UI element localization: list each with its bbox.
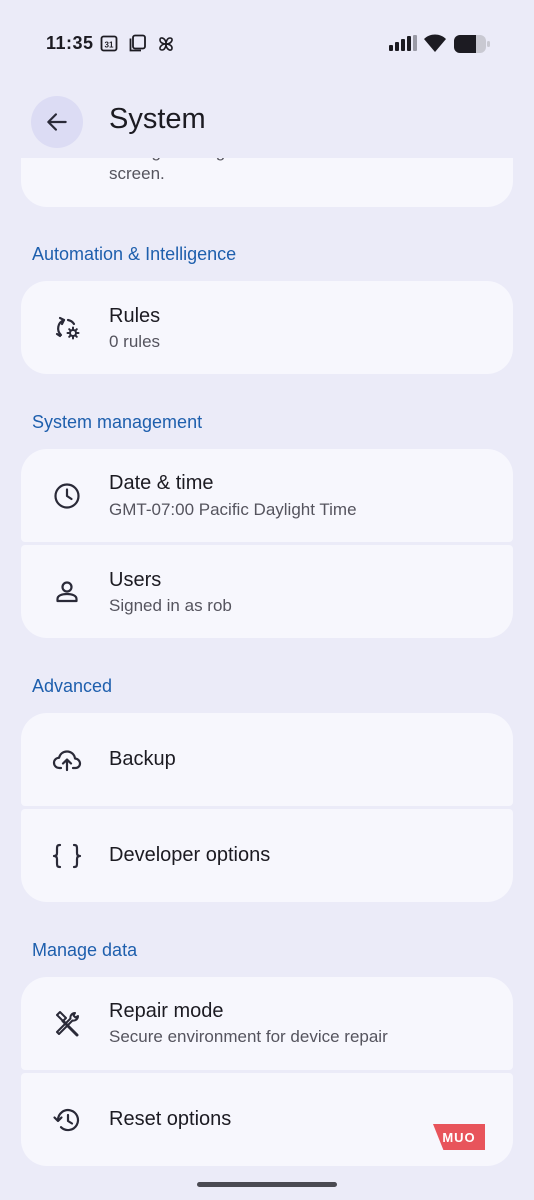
arrow-left-icon: [44, 109, 70, 135]
users-item[interactable]: [21, 545, 513, 638]
svg-text:31: 31: [105, 41, 114, 50]
date-time-subtitle: GMT-07:00 Pacific Daylight Time: [109, 500, 357, 519]
section-header-system-management: System management: [32, 412, 203, 432]
cloud-upload-icon: [50, 743, 84, 777]
page-title: System: [109, 103, 206, 135]
repair-tools-icon: [50, 1007, 84, 1041]
reset-options-title: Reset options: [109, 1108, 232, 1130]
rules-title: Rules: [109, 305, 161, 327]
users-title: Users: [109, 569, 162, 591]
section-header-advanced: Advanced: [32, 676, 113, 696]
rules-sync-gear-icon: [50, 311, 84, 345]
top-app-bar: System: [0, 88, 534, 158]
wifi-icon: [423, 33, 447, 58]
status-time: 11:35: [46, 33, 94, 53]
person-icon: [50, 575, 84, 609]
lock-screen-description-line-2: screen.: [109, 164, 165, 183]
backup-title: Backup: [109, 748, 176, 770]
repair-mode-subtitle: Secure environment for device repair: [109, 1027, 388, 1046]
clock-icon: [50, 479, 84, 513]
history-icon: [50, 1103, 84, 1137]
date-time-item[interactable]: [21, 449, 513, 542]
repair-mode-item[interactable]: [21, 977, 513, 1070]
battery-icon: [454, 35, 490, 58]
section-header-automation: Automation & Intelligence: [32, 244, 237, 264]
screenshot-icon: [128, 34, 148, 57]
repair-mode-title: Repair mode: [109, 1000, 224, 1022]
developer-options-title: Developer options: [109, 844, 271, 866]
reset-options-item[interactable]: [21, 1073, 513, 1166]
back-button[interactable]: [31, 96, 83, 148]
calendar-icon: 31: [100, 34, 118, 57]
users-subtitle: Signed in as rob: [109, 596, 232, 615]
rules-subtitle: 0 rules: [109, 332, 161, 351]
pinwheel-icon: [156, 34, 176, 59]
date-time-title: Date & time: [109, 472, 214, 494]
home-indicator[interactable]: [197, 1182, 337, 1187]
rules-item[interactable]: [21, 281, 513, 374]
status-bar: 11:35 31: [0, 0, 534, 88]
backup-item[interactable]: [21, 713, 513, 806]
section-header-manage-data: Manage data: [32, 940, 138, 960]
curly-braces-icon: [50, 839, 84, 873]
cellular-signal-icon: [389, 35, 417, 56]
